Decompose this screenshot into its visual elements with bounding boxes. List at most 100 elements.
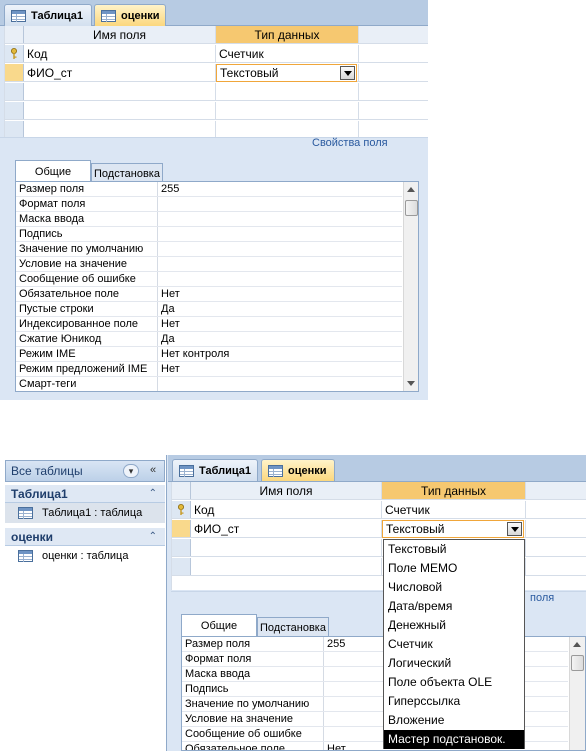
property-row[interactable]: Значение по умолчанию (16, 242, 402, 257)
property-value[interactable] (158, 272, 402, 286)
group-collapse-icon[interactable]: ⌃ (149, 485, 157, 503)
data-type-cell[interactable]: Счетчик (216, 45, 359, 62)
scrollbar-thumb[interactable] (405, 200, 418, 216)
row-selector[interactable] (172, 520, 191, 537)
property-row[interactable]: Сжатие Юникод Да (16, 332, 402, 347)
collapse-pane-icon[interactable]: « (145, 464, 161, 478)
property-row[interactable]: Условие на значение (16, 257, 402, 272)
select-all-corner[interactable] (172, 482, 191, 499)
row-selector[interactable] (5, 45, 24, 62)
property-value[interactable] (158, 227, 402, 241)
table-row[interactable]: ФИО_ст Текстовый (5, 63, 428, 82)
scrollbar-thumb[interactable] (571, 655, 584, 671)
dropdown-option[interactable]: Поле МЕМО (384, 559, 524, 578)
property-value[interactable] (158, 212, 402, 226)
property-name: Режим предложений IME (16, 362, 158, 376)
row-selector[interactable] (5, 83, 24, 100)
data-type-cell[interactable]: Текстовый (216, 63, 359, 82)
property-value[interactable] (158, 197, 402, 211)
data-type-cell[interactable]: Счетчик (382, 501, 526, 518)
properties-scrollbar[interactable] (403, 182, 418, 391)
property-value[interactable]: 255 (158, 182, 402, 196)
property-row[interactable]: Сообщение об ошибке (16, 272, 402, 287)
dropdown-option[interactable]: Счетчик (384, 635, 524, 654)
field-name-cell[interactable]: Код (24, 45, 216, 62)
tab-table1[interactable]: Таблица1 (4, 4, 92, 26)
property-row[interactable]: Режим IME Нет контроля (16, 347, 402, 362)
data-type-cell[interactable]: Текстовый (382, 519, 526, 538)
scroll-up-arrow-icon[interactable] (407, 187, 415, 192)
data-type-dropdown-list[interactable]: Текстовый Поле МЕМО Числовой Дата/время Дене… (383, 539, 525, 749)
property-row[interactable]: Индексированное поле Нет (16, 317, 402, 332)
table-row[interactable]: Код Счетчик (172, 501, 586, 519)
property-value[interactable] (158, 242, 402, 256)
scroll-up-arrow-icon[interactable] (573, 642, 581, 647)
tab-general[interactable]: Общие (181, 614, 257, 636)
table-row[interactable] (5, 102, 428, 120)
data-type-combo[interactable]: Текстовый (382, 519, 524, 538)
dropdown-option[interactable]: Логический (384, 654, 524, 673)
empty-cell (24, 83, 216, 100)
dropdown-arrow-icon[interactable] (340, 65, 355, 80)
property-value[interactable]: Нет (158, 287, 402, 301)
property-row[interactable]: Смарт-теги (16, 377, 402, 391)
tab-lookup[interactable]: Подстановка (257, 617, 329, 637)
field-name-cell[interactable]: ФИО_ст (191, 520, 382, 537)
nav-group-table1[interactable]: Таблица1 ⌃ (5, 485, 165, 503)
nav-pane-menu-icon[interactable]: ▾ (123, 464, 139, 478)
tab-ocenki[interactable]: оценки (261, 459, 335, 481)
dropdown-option[interactable]: Числовой (384, 578, 524, 597)
dropdown-option[interactable]: Вложение (384, 711, 524, 730)
property-row[interactable]: Подпись (16, 227, 402, 242)
data-type-combo[interactable]: Текстовый (216, 63, 357, 82)
field-name-cell[interactable]: Код (191, 501, 382, 518)
dropdown-option[interactable]: Гиперссылка (384, 692, 524, 711)
dropdown-option[interactable]: Мастер подстановок. (384, 730, 524, 749)
nav-group-title: Таблица1 (11, 487, 68, 501)
property-row[interactable]: Обязательное поле Нет (16, 287, 402, 302)
row-selector[interactable] (172, 539, 191, 556)
dropdown-option[interactable]: Денежный (384, 616, 524, 635)
property-value[interactable]: Нет (158, 317, 402, 331)
row-selector[interactable] (5, 121, 24, 138)
row-selector[interactable] (5, 102, 24, 119)
table-row[interactable]: ФИО_ст Текстовый (172, 519, 586, 538)
property-row[interactable]: Размер поля 255 (16, 182, 402, 197)
property-row[interactable]: Формат поля (16, 197, 402, 212)
property-row[interactable]: Маска ввода (16, 212, 402, 227)
group-collapse-icon[interactable]: ⌃ (149, 528, 157, 546)
property-value[interactable]: Да (158, 302, 402, 316)
property-value[interactable] (158, 377, 402, 391)
table-row[interactable] (5, 83, 428, 101)
nav-item-ocenki[interactable]: оценки : таблица (5, 546, 165, 566)
scroll-down-arrow-icon[interactable] (407, 381, 415, 386)
property-row[interactable]: Режим предложений IME Нет (16, 362, 402, 377)
property-value[interactable]: Нет (158, 362, 402, 376)
tab-label: Таблица1 (199, 464, 251, 477)
row-selector[interactable] (5, 64, 24, 81)
tab-label: Таблица1 (31, 9, 83, 22)
nav-pane-header[interactable]: Все таблицы ▾ « (5, 460, 165, 482)
dropdown-arrow-icon[interactable] (507, 521, 522, 536)
tab-lookup[interactable]: Подстановка (91, 163, 163, 183)
nav-group-ocenki[interactable]: оценки ⌃ (5, 528, 165, 546)
empty-cell (24, 102, 216, 119)
select-all-corner[interactable] (5, 26, 24, 43)
nav-item-table1[interactable]: Таблица1 : таблица (5, 503, 165, 523)
dropdown-option[interactable]: Поле объекта OLE (384, 673, 524, 692)
tab-general[interactable]: Общие (15, 160, 91, 182)
row-selector[interactable] (172, 558, 191, 575)
table-row[interactable]: Код Счетчик (5, 45, 428, 63)
field-name-cell[interactable]: ФИО_ст (24, 64, 216, 81)
tab-table1[interactable]: Таблица1 (172, 459, 258, 481)
property-value[interactable] (158, 257, 402, 271)
dropdown-option[interactable]: Дата/время (384, 597, 524, 616)
properties-scrollbar[interactable] (569, 637, 585, 750)
property-value[interactable]: Да (158, 332, 402, 346)
tab-ocenki[interactable]: оценки (94, 4, 166, 26)
field-grid: Имя поля Тип данных Код Счетчик ФИО_ст Т… (4, 26, 428, 139)
property-value[interactable]: Нет контроля (158, 347, 402, 361)
dropdown-option[interactable]: Текстовый (384, 540, 524, 559)
row-selector[interactable] (172, 501, 191, 518)
property-row[interactable]: Пустые строки Да (16, 302, 402, 317)
